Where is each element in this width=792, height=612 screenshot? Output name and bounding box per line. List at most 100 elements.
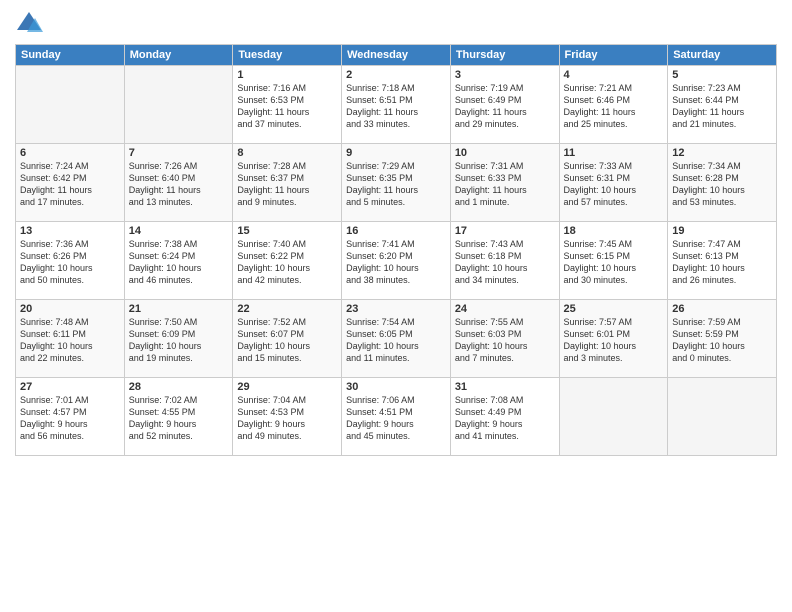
calendar-cell: 15Sunrise: 7:40 AM Sunset: 6:22 PM Dayli… <box>233 222 342 300</box>
day-number: 18 <box>564 225 664 237</box>
calendar-cell: 2Sunrise: 7:18 AM Sunset: 6:51 PM Daylig… <box>342 66 451 144</box>
cell-content: Sunrise: 7:02 AM Sunset: 4:55 PM Dayligh… <box>129 394 229 443</box>
cell-content: Sunrise: 7:45 AM Sunset: 6:15 PM Dayligh… <box>564 238 664 287</box>
page: SundayMondayTuesdayWednesdayThursdayFrid… <box>0 0 792 612</box>
calendar-week-1: 1Sunrise: 7:16 AM Sunset: 6:53 PM Daylig… <box>16 66 777 144</box>
day-number: 24 <box>455 303 555 315</box>
cell-content: Sunrise: 7:01 AM Sunset: 4:57 PM Dayligh… <box>20 394 120 443</box>
day-number: 25 <box>564 303 664 315</box>
day-number: 6 <box>20 147 120 159</box>
calendar-cell: 24Sunrise: 7:55 AM Sunset: 6:03 PM Dayli… <box>450 300 559 378</box>
cell-content: Sunrise: 7:40 AM Sunset: 6:22 PM Dayligh… <box>237 238 337 287</box>
calendar-cell: 1Sunrise: 7:16 AM Sunset: 6:53 PM Daylig… <box>233 66 342 144</box>
calendar-cell: 13Sunrise: 7:36 AM Sunset: 6:26 PM Dayli… <box>16 222 125 300</box>
day-number: 19 <box>672 225 772 237</box>
calendar-cell: 18Sunrise: 7:45 AM Sunset: 6:15 PM Dayli… <box>559 222 668 300</box>
calendar-cell: 27Sunrise: 7:01 AM Sunset: 4:57 PM Dayli… <box>16 378 125 456</box>
calendar-cell: 31Sunrise: 7:08 AM Sunset: 4:49 PM Dayli… <box>450 378 559 456</box>
calendar-cell: 5Sunrise: 7:23 AM Sunset: 6:44 PM Daylig… <box>668 66 777 144</box>
day-number: 13 <box>20 225 120 237</box>
day-number: 21 <box>129 303 229 315</box>
calendar-cell: 19Sunrise: 7:47 AM Sunset: 6:13 PM Dayli… <box>668 222 777 300</box>
day-number: 4 <box>564 69 664 81</box>
day-number: 23 <box>346 303 446 315</box>
day-number: 9 <box>346 147 446 159</box>
cell-content: Sunrise: 7:08 AM Sunset: 4:49 PM Dayligh… <box>455 394 555 443</box>
cell-content: Sunrise: 7:06 AM Sunset: 4:51 PM Dayligh… <box>346 394 446 443</box>
calendar-cell: 16Sunrise: 7:41 AM Sunset: 6:20 PM Dayli… <box>342 222 451 300</box>
day-number: 5 <box>672 69 772 81</box>
cell-content: Sunrise: 7:19 AM Sunset: 6:49 PM Dayligh… <box>455 82 555 131</box>
day-number: 30 <box>346 381 446 393</box>
calendar-table: SundayMondayTuesdayWednesdayThursdayFrid… <box>15 44 777 456</box>
cell-content: Sunrise: 7:59 AM Sunset: 5:59 PM Dayligh… <box>672 316 772 365</box>
cell-content: Sunrise: 7:23 AM Sunset: 6:44 PM Dayligh… <box>672 82 772 131</box>
calendar-cell: 14Sunrise: 7:38 AM Sunset: 6:24 PM Dayli… <box>124 222 233 300</box>
cell-content: Sunrise: 7:48 AM Sunset: 6:11 PM Dayligh… <box>20 316 120 365</box>
day-number: 31 <box>455 381 555 393</box>
calendar-cell: 30Sunrise: 7:06 AM Sunset: 4:51 PM Dayli… <box>342 378 451 456</box>
cell-content: Sunrise: 7:24 AM Sunset: 6:42 PM Dayligh… <box>20 160 120 209</box>
cell-content: Sunrise: 7:21 AM Sunset: 6:46 PM Dayligh… <box>564 82 664 131</box>
calendar-cell: 9Sunrise: 7:29 AM Sunset: 6:35 PM Daylig… <box>342 144 451 222</box>
calendar-cell: 4Sunrise: 7:21 AM Sunset: 6:46 PM Daylig… <box>559 66 668 144</box>
calendar-cell: 8Sunrise: 7:28 AM Sunset: 6:37 PM Daylig… <box>233 144 342 222</box>
day-number: 20 <box>20 303 120 315</box>
day-header-monday: Monday <box>124 45 233 66</box>
calendar-cell: 26Sunrise: 7:59 AM Sunset: 5:59 PM Dayli… <box>668 300 777 378</box>
cell-content: Sunrise: 7:04 AM Sunset: 4:53 PM Dayligh… <box>237 394 337 443</box>
day-number: 29 <box>237 381 337 393</box>
day-number: 17 <box>455 225 555 237</box>
cell-content: Sunrise: 7:57 AM Sunset: 6:01 PM Dayligh… <box>564 316 664 365</box>
cell-content: Sunrise: 7:47 AM Sunset: 6:13 PM Dayligh… <box>672 238 772 287</box>
calendar-cell: 10Sunrise: 7:31 AM Sunset: 6:33 PM Dayli… <box>450 144 559 222</box>
cell-content: Sunrise: 7:43 AM Sunset: 6:18 PM Dayligh… <box>455 238 555 287</box>
cell-content: Sunrise: 7:26 AM Sunset: 6:40 PM Dayligh… <box>129 160 229 209</box>
calendar-cell: 29Sunrise: 7:04 AM Sunset: 4:53 PM Dayli… <box>233 378 342 456</box>
cell-content: Sunrise: 7:50 AM Sunset: 6:09 PM Dayligh… <box>129 316 229 365</box>
calendar-cell: 28Sunrise: 7:02 AM Sunset: 4:55 PM Dayli… <box>124 378 233 456</box>
day-number: 8 <box>237 147 337 159</box>
cell-content: Sunrise: 7:34 AM Sunset: 6:28 PM Dayligh… <box>672 160 772 209</box>
day-number: 1 <box>237 69 337 81</box>
header <box>15 10 777 38</box>
day-number: 14 <box>129 225 229 237</box>
cell-content: Sunrise: 7:33 AM Sunset: 6:31 PM Dayligh… <box>564 160 664 209</box>
calendar-header-row: SundayMondayTuesdayWednesdayThursdayFrid… <box>16 45 777 66</box>
calendar-cell <box>668 378 777 456</box>
cell-content: Sunrise: 7:28 AM Sunset: 6:37 PM Dayligh… <box>237 160 337 209</box>
calendar-cell: 11Sunrise: 7:33 AM Sunset: 6:31 PM Dayli… <box>559 144 668 222</box>
day-number: 7 <box>129 147 229 159</box>
day-header-wednesday: Wednesday <box>342 45 451 66</box>
logo <box>15 10 47 38</box>
day-header-thursday: Thursday <box>450 45 559 66</box>
calendar-week-4: 20Sunrise: 7:48 AM Sunset: 6:11 PM Dayli… <box>16 300 777 378</box>
calendar-cell: 6Sunrise: 7:24 AM Sunset: 6:42 PM Daylig… <box>16 144 125 222</box>
calendar-week-5: 27Sunrise: 7:01 AM Sunset: 4:57 PM Dayli… <box>16 378 777 456</box>
cell-content: Sunrise: 7:18 AM Sunset: 6:51 PM Dayligh… <box>346 82 446 131</box>
calendar-cell: 22Sunrise: 7:52 AM Sunset: 6:07 PM Dayli… <box>233 300 342 378</box>
cell-content: Sunrise: 7:31 AM Sunset: 6:33 PM Dayligh… <box>455 160 555 209</box>
day-number: 10 <box>455 147 555 159</box>
calendar-cell: 20Sunrise: 7:48 AM Sunset: 6:11 PM Dayli… <box>16 300 125 378</box>
cell-content: Sunrise: 7:29 AM Sunset: 6:35 PM Dayligh… <box>346 160 446 209</box>
day-number: 3 <box>455 69 555 81</box>
logo-icon <box>15 10 43 38</box>
day-number: 11 <box>564 147 664 159</box>
cell-content: Sunrise: 7:55 AM Sunset: 6:03 PM Dayligh… <box>455 316 555 365</box>
cell-content: Sunrise: 7:54 AM Sunset: 6:05 PM Dayligh… <box>346 316 446 365</box>
day-number: 16 <box>346 225 446 237</box>
cell-content: Sunrise: 7:52 AM Sunset: 6:07 PM Dayligh… <box>237 316 337 365</box>
cell-content: Sunrise: 7:16 AM Sunset: 6:53 PM Dayligh… <box>237 82 337 131</box>
calendar-week-2: 6Sunrise: 7:24 AM Sunset: 6:42 PM Daylig… <box>16 144 777 222</box>
calendar-cell <box>124 66 233 144</box>
day-number: 15 <box>237 225 337 237</box>
calendar-cell: 3Sunrise: 7:19 AM Sunset: 6:49 PM Daylig… <box>450 66 559 144</box>
day-header-tuesday: Tuesday <box>233 45 342 66</box>
day-header-saturday: Saturday <box>668 45 777 66</box>
calendar-cell: 7Sunrise: 7:26 AM Sunset: 6:40 PM Daylig… <box>124 144 233 222</box>
day-header-sunday: Sunday <box>16 45 125 66</box>
calendar-cell: 21Sunrise: 7:50 AM Sunset: 6:09 PM Dayli… <box>124 300 233 378</box>
day-number: 27 <box>20 381 120 393</box>
day-number: 2 <box>346 69 446 81</box>
